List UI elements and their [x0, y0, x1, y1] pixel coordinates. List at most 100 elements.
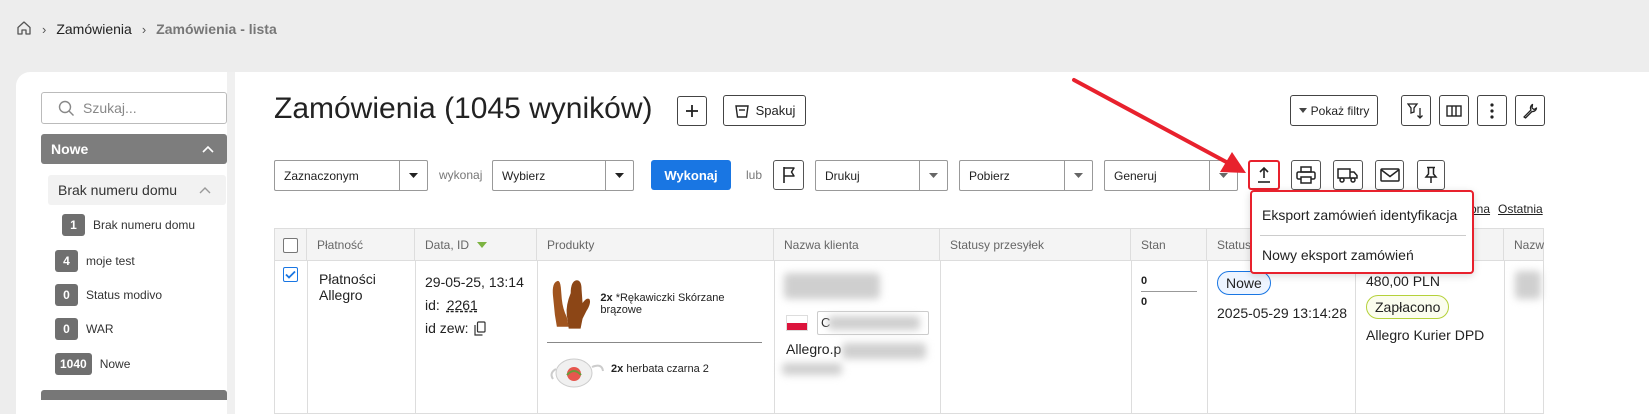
column-header-payment[interactable]: Płatność	[307, 229, 415, 261]
export-identification-option[interactable]: Eksport zamówień identyfikacja	[1252, 195, 1472, 235]
select-all-checkbox[interactable]	[283, 237, 298, 253]
truck-icon	[1337, 168, 1358, 183]
sort-desc-icon	[477, 241, 488, 248]
stock-value: 0	[1141, 296, 1148, 308]
payment-method-line: Allegro	[319, 287, 363, 303]
payment-method-line: Płatności	[319, 271, 376, 287]
client-name-blurred	[828, 316, 920, 330]
pin-icon	[1424, 166, 1438, 183]
order-date: 29-05-25, 13:14	[425, 274, 524, 290]
count-badge: 1040	[55, 353, 92, 375]
selection-select[interactable]: Zaznaczonym	[274, 160, 428, 191]
order-id-link[interactable]: 2261	[447, 297, 478, 313]
chevron-right-icon: ›	[141, 21, 147, 37]
count-badge: 0	[55, 318, 78, 340]
export-dropdown: Eksport zamówień identyfikacja Nowy eksp…	[1250, 190, 1474, 274]
selection-value: Zaznaczonym	[284, 168, 359, 183]
sidebar-group-nowe[interactable]: Nowe	[41, 134, 227, 164]
sort-filter-button[interactable]	[1401, 95, 1431, 126]
mail-icon	[1379, 168, 1400, 182]
plus-icon	[686, 105, 698, 117]
poland-flag-icon	[786, 315, 808, 331]
product-divider	[547, 342, 762, 343]
column-header-client[interactable]: Nazwa klienta	[774, 229, 940, 261]
status-cell: Nowe 2025-05-29 13:14:28	[1217, 271, 1347, 321]
flag-button[interactable]	[773, 160, 804, 190]
email-button[interactable]	[1375, 160, 1404, 190]
copy-icon[interactable]	[473, 321, 486, 336]
columns-button[interactable]	[1439, 95, 1469, 126]
search-input[interactable]	[83, 100, 213, 116]
more-options-button[interactable]	[1477, 95, 1507, 126]
execute-text: wykonaj	[439, 168, 483, 182]
shipping-button[interactable]	[1333, 160, 1363, 190]
product-qty: 2x	[611, 363, 624, 375]
action-select[interactable]: Wybierz	[492, 160, 634, 191]
pack-button[interactable]: Spakuj	[723, 95, 806, 126]
sidebar-item-war[interactable]: 0 WAR	[55, 318, 114, 340]
sidebar-item-brak-numeru[interactable]: 1 Brak numeru domu	[62, 214, 195, 236]
new-export-option[interactable]: Nowy eksport zamówień	[1252, 235, 1472, 275]
add-order-button[interactable]	[677, 96, 707, 126]
sidebar-item-moje-test[interactable]: 4 moje test	[55, 250, 135, 272]
paid-badge: Zapłacono	[1366, 295, 1450, 319]
name-blurred	[1515, 271, 1541, 299]
client-extra-blurred	[782, 363, 842, 375]
settings-button[interactable]	[1515, 95, 1545, 126]
gloves-product-image[interactable]	[547, 275, 594, 333]
chevron-right-icon: ›	[42, 21, 47, 37]
teapot-product-image[interactable]	[547, 347, 605, 391]
sidebar-item-nowe[interactable]: 1040 Nowe	[55, 353, 130, 375]
client-email[interactable]: Allegro.p	[786, 341, 841, 357]
stock-cell: 0 0	[1141, 275, 1197, 308]
sidebar-scrollbar[interactable]	[227, 72, 235, 414]
sidebar-group-label: Nowe	[51, 141, 89, 157]
breadcrumb-current: Zamówienia - lista	[156, 21, 277, 37]
client-cell: C Allegro.p	[780, 271, 935, 411]
products-cell: 2x *Rękawiczki Skórzane brązowe 2x herba…	[547, 275, 767, 414]
sidebar-next-group[interactable]	[41, 390, 227, 400]
home-icon[interactable]	[16, 20, 32, 39]
action-value: Wybierz	[502, 168, 546, 183]
search-icon	[58, 100, 74, 116]
count-badge: 4	[55, 250, 78, 272]
order-id-line: id: 2261	[425, 294, 524, 317]
sidebar-item-label: Status modivo	[86, 288, 163, 302]
annotation-arrow	[1072, 78, 1246, 173]
chevron-up-icon	[202, 145, 214, 153]
pin-button[interactable]	[1417, 160, 1445, 190]
download-value: Pobierz	[969, 168, 1010, 183]
row-checkbox[interactable]	[283, 267, 298, 282]
shipping-method: Allegro Kurier DPD	[1366, 327, 1485, 343]
sidebar-item-label: moje test	[86, 254, 135, 268]
print-button[interactable]	[1291, 160, 1321, 190]
date-cell: 29-05-25, 13:14 id: 2261 id zew:	[425, 271, 524, 340]
column-header-products[interactable]: Produkty	[537, 229, 774, 261]
sidebar-item-label: Nowe	[99, 357, 131, 371]
product-item: 2x herbata czarna 2	[547, 347, 709, 391]
product-item: 2x *Rękawiczki Skórzane brązowe	[547, 275, 767, 333]
caret-down-icon	[605, 161, 633, 190]
show-filters-button[interactable]: Pokaż filtry	[1290, 95, 1378, 126]
column-header-date[interactable]: Data, ID	[415, 229, 537, 261]
column-divider	[1504, 261, 1505, 414]
print-select[interactable]: Drukuj	[815, 160, 948, 191]
product-name: *Rękawiczki Skórzane brązowe	[600, 292, 725, 316]
printer-icon	[1296, 166, 1316, 184]
print-value: Drukuj	[825, 168, 860, 183]
column-header-name[interactable]: Nazw	[1504, 229, 1545, 261]
sidebar-subgroup[interactable]: Brak numeru domu	[48, 175, 226, 205]
column-header-shipment-statuses[interactable]: Statusy przesyłek	[940, 229, 1131, 261]
breadcrumb-orders-link[interactable]: Zamówienia	[56, 21, 131, 37]
sidebar-item-label: WAR	[86, 322, 114, 336]
column-divider	[415, 261, 416, 414]
sidebar-search[interactable]	[41, 92, 227, 124]
payment-cell: Płatności Allegro	[319, 271, 376, 303]
pagination-last[interactable]: Ostatnia	[1498, 202, 1543, 216]
sidebar-item-label: Brak numeru domu	[93, 218, 196, 232]
execute-button[interactable]: Wykonaj	[651, 160, 731, 190]
column-header-stock[interactable]: Stan	[1131, 229, 1207, 261]
chevron-up-icon	[199, 187, 211, 194]
external-id-label: id zew:	[425, 320, 469, 336]
sidebar-item-status-modivo[interactable]: 0 Status modivo	[55, 284, 162, 306]
